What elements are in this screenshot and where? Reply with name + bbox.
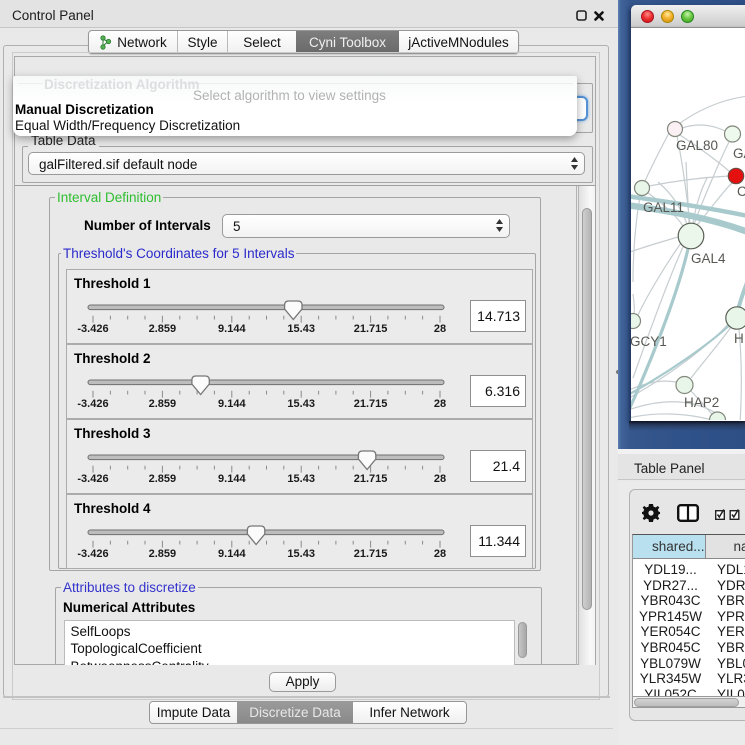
svg-text:GAL80: GAL80 [676, 138, 718, 153]
svg-text:21.715: 21.715 [354, 548, 388, 560]
svg-text:9.144: 9.144 [218, 323, 246, 335]
svg-text:15.43: 15.43 [287, 473, 315, 485]
svg-text:15.43: 15.43 [287, 323, 315, 335]
svg-text:28: 28 [434, 323, 446, 335]
svg-text:15.43: 15.43 [287, 548, 315, 560]
svg-text:-3.426: -3.426 [77, 398, 108, 410]
svg-text:9.144: 9.144 [218, 548, 246, 560]
svg-text:HAP2: HAP2 [684, 395, 719, 410]
svg-text:GCY1: GCY1 [631, 334, 667, 349]
svg-text:H: H [734, 331, 744, 346]
svg-text:28: 28 [434, 548, 446, 560]
svg-text:2.859: 2.859 [149, 548, 177, 560]
svg-text:2.859: 2.859 [149, 323, 177, 335]
svg-text:GA: GA [733, 146, 745, 161]
svg-text:2.859: 2.859 [149, 473, 177, 485]
svg-text:15.43: 15.43 [287, 398, 315, 410]
svg-text:21.715: 21.715 [354, 398, 388, 410]
svg-text:21.715: 21.715 [354, 473, 388, 485]
svg-text:GAL4: GAL4 [691, 251, 726, 266]
svg-text:21.715: 21.715 [354, 323, 388, 335]
svg-text:28: 28 [434, 473, 446, 485]
svg-text:-3.426: -3.426 [77, 323, 108, 335]
svg-text:2.859: 2.859 [149, 398, 177, 410]
svg-text:9.144: 9.144 [218, 473, 246, 485]
svg-text:28: 28 [434, 398, 446, 410]
svg-text:C: C [737, 184, 745, 199]
svg-text:GAL11: GAL11 [643, 200, 684, 215]
svg-text:9.144: 9.144 [218, 398, 246, 410]
svg-text:-3.426: -3.426 [77, 473, 108, 485]
svg-text:-3.426: -3.426 [77, 548, 108, 560]
